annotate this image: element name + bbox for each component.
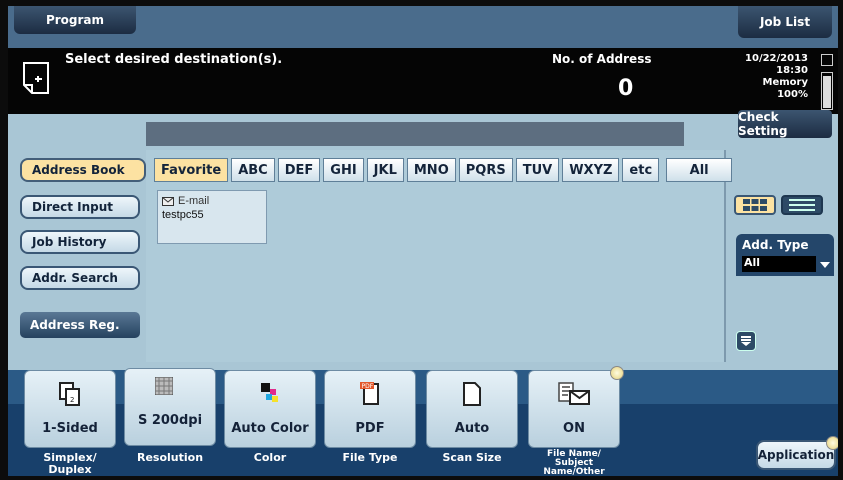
time-text: 18:30 xyxy=(776,65,808,76)
grid-icon xyxy=(743,199,767,211)
svg-text:2: 2 xyxy=(70,396,74,404)
chevron-down-icon xyxy=(820,262,830,268)
add-type-value[interactable]: All xyxy=(742,256,816,272)
tab-pqrs[interactable]: PQRS xyxy=(458,158,513,182)
scan-size-value: Auto xyxy=(454,421,490,436)
destination-doc-icon xyxy=(22,61,50,95)
address-reg-button[interactable]: Address Reg. xyxy=(20,312,140,338)
color-label: Color xyxy=(253,451,287,464)
file-mail-icon xyxy=(556,381,592,412)
application-button[interactable]: Application xyxy=(756,440,836,470)
program-button[interactable]: Program xyxy=(14,6,136,34)
status-block: 10/22/2013 18:30 Memory 100% xyxy=(724,53,808,101)
scan-size-card[interactable]: Auto xyxy=(426,370,518,448)
date-text: 10/22/2013 xyxy=(745,53,808,64)
destination-name: testpc55 xyxy=(162,209,204,221)
sidebar-item-addr-search[interactable]: Addr. Search xyxy=(20,266,140,290)
resolution-icon xyxy=(154,376,174,400)
scroll-down-icon xyxy=(741,336,751,346)
destination-type-label: E-mail xyxy=(178,195,210,207)
file-type-label: File Type xyxy=(342,451,398,464)
application-indicator xyxy=(826,436,838,450)
tab-def[interactable]: DEF xyxy=(277,158,321,182)
destination-entry-field[interactable] xyxy=(146,122,684,146)
memory-label: Memory xyxy=(762,77,808,88)
tab-abc[interactable]: ABC xyxy=(231,158,275,182)
memory-grid-icon xyxy=(821,54,833,66)
job-list-button[interactable]: Job List xyxy=(738,6,832,38)
sidebar-item-job-history[interactable]: Job History xyxy=(20,230,140,254)
sidebar-item-direct-input[interactable]: Direct Input xyxy=(20,195,140,219)
list-view-button[interactable] xyxy=(781,195,823,215)
duplex-icon: 2 xyxy=(58,381,82,412)
destination-type: E-mail xyxy=(162,195,209,207)
page-icon xyxy=(462,381,482,412)
add-type-selector[interactable]: Add. Type All xyxy=(736,234,834,276)
svg-text:PDF: PDF xyxy=(362,383,374,390)
color-card[interactable]: Auto Color xyxy=(224,370,316,448)
simplex-duplex-value: 1-Sided xyxy=(42,421,98,436)
color-icon xyxy=(257,381,283,410)
mail-icon xyxy=(162,196,174,206)
memory-value: 100% xyxy=(777,89,808,100)
tab-mno[interactable]: MNO xyxy=(406,158,456,182)
file-type-value: PDF xyxy=(355,421,385,436)
grid-view-button[interactable] xyxy=(734,195,776,215)
tab-wxyz[interactable]: WXYZ xyxy=(562,158,620,182)
file-name-label: File Name/ Subject Name/Other xyxy=(543,449,605,477)
memory-bar xyxy=(821,72,833,110)
scan-size-label: Scan Size xyxy=(442,451,502,464)
copier-screen: Program Job List Select desired destinat… xyxy=(8,6,838,476)
file-name-card[interactable]: ON xyxy=(528,370,620,448)
tab-jkl[interactable]: JKL xyxy=(366,158,404,182)
address-count-label: No. of Address xyxy=(552,52,652,66)
tab-tuv[interactable]: TUV xyxy=(515,158,560,182)
file-name-value: ON xyxy=(563,421,585,436)
instruction-message: Select desired destination(s). xyxy=(65,52,283,67)
scroll-down-button[interactable] xyxy=(736,331,756,351)
setting-changed-indicator xyxy=(610,366,624,380)
simplex-duplex-card[interactable]: 2 1-Sided xyxy=(24,370,116,448)
tab-all[interactable]: All xyxy=(666,158,733,182)
tab-favorite[interactable]: Favorite xyxy=(154,158,229,182)
address-count-value: 0 xyxy=(618,76,634,101)
resolution-card[interactable]: S 200dpi xyxy=(124,368,216,446)
simplex-duplex-label: Simplex/ Duplex xyxy=(43,451,97,476)
pdf-icon: PDF xyxy=(358,381,382,412)
resolution-label: Resolution xyxy=(136,451,204,464)
tab-etc[interactable]: etc xyxy=(622,158,660,182)
tab-ghi[interactable]: GHI xyxy=(323,158,364,182)
check-setting-button[interactable]: Check Setting xyxy=(738,110,832,138)
list-icon xyxy=(789,199,815,211)
color-value: Auto Color xyxy=(231,421,309,436)
add-type-label: Add. Type xyxy=(742,238,809,252)
file-type-card[interactable]: PDF PDF xyxy=(324,370,416,448)
index-tab-row: Favorite ABC DEF GHI JKL MNO PQRS TUV WX… xyxy=(154,158,735,182)
resolution-value: S 200dpi xyxy=(137,413,203,428)
sidebar-item-address-book[interactable]: Address Book xyxy=(20,158,146,182)
destination-entry[interactable]: E-mail testpc55 xyxy=(157,190,267,244)
